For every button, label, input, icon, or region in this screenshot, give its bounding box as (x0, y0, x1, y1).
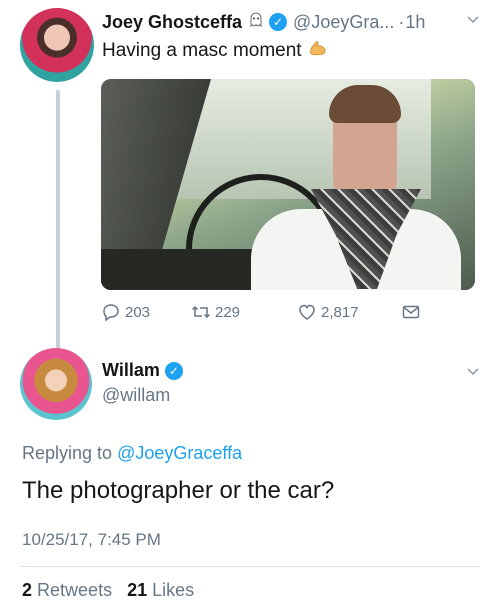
engagement-stats: 2 Retweets 21 Likes (22, 580, 194, 601)
retweets-label: Retweets (37, 580, 113, 600)
replying-prefix: Replying to (22, 443, 113, 463)
tweet-time-prefix: · (398, 11, 405, 32)
reply-author-name-row: Willam ✓ (102, 360, 183, 381)
avatar-willam[interactable] (20, 348, 92, 420)
verified-badge-icon: ✓ (269, 13, 288, 31)
likes-label: Likes (152, 580, 195, 600)
tweet-text: Having a masc moment (102, 38, 328, 62)
reply-author-name[interactable]: Willam (102, 360, 160, 381)
retweet-icon (191, 305, 211, 319)
reply-text: The photographer or the car? (22, 477, 335, 504)
envelope-icon (402, 305, 420, 319)
author-handle[interactable]: @JoeyGra... (293, 12, 394, 33)
chevron-down-icon[interactable] (466, 12, 480, 31)
tweet-photo[interactable] (101, 79, 475, 290)
retweets-count: 2 (22, 580, 33, 600)
ghost-icon (248, 11, 264, 33)
tweet-header: Joey Ghostceffa ✓ @JoeyGra... · 1h (102, 8, 480, 36)
retweets-stat[interactable]: 2 Retweets (22, 580, 112, 600)
reply-timestamp: 10/25/17, 7:45 PM (22, 530, 161, 549)
chevron-down-icon[interactable] (466, 364, 480, 383)
likes-count: 21 (127, 580, 148, 600)
heart-icon (299, 304, 315, 320)
replying-to: Replying to @JoeyGraceffa (22, 443, 242, 464)
reply-icon (103, 304, 119, 322)
replying-mention-link[interactable]: @JoeyGraceffa (117, 443, 242, 463)
reply-button[interactable]: 203 (101, 302, 150, 322)
like-button[interactable]: 2,817 (297, 302, 359, 322)
reply-count: 203 (125, 303, 151, 321)
thread-connector-line (56, 90, 60, 358)
direct-message-button[interactable] (401, 302, 421, 322)
tweet-time[interactable]: 1h (405, 12, 425, 33)
author-name[interactable]: Joey Ghostceffa (102, 12, 242, 33)
like-count: 2,817 (321, 303, 359, 321)
retweet-count: 229 (215, 303, 241, 321)
likes-stat[interactable]: 21 Likes (127, 580, 194, 600)
avatar-joey[interactable] (20, 8, 94, 82)
tweet-actions: 203 229 2,817 (101, 302, 461, 324)
divider (20, 566, 480, 567)
tweet-text-content: Having a masc moment (102, 40, 302, 61)
retweet-button[interactable]: 229 (191, 302, 240, 322)
flexed-biceps-icon (308, 38, 328, 62)
verified-badge-icon: ✓ (164, 361, 183, 380)
reply-author-handle[interactable]: @willam (102, 385, 170, 406)
